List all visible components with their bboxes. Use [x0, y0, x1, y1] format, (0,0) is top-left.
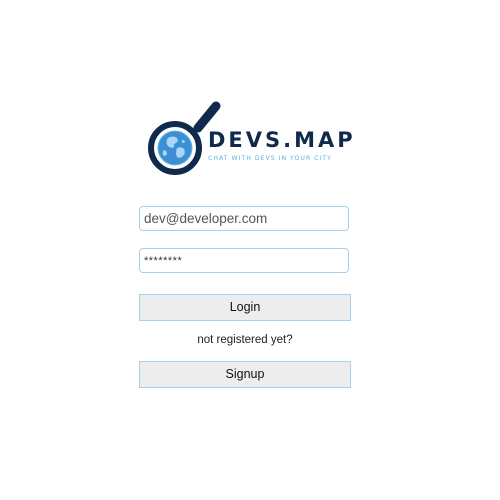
logo-title: DEVS.MAP — [208, 128, 356, 152]
email-field[interactable] — [139, 206, 349, 231]
password-field[interactable] — [139, 248, 349, 273]
login-page: DEVS.MAP CHAT WITH DEVS IN YOUR CITY Log… — [0, 0, 500, 500]
not-registered-text: not registered yet? — [197, 334, 293, 346]
app-logo: DEVS.MAP CHAT WITH DEVS IN YOUR CITY — [146, 98, 353, 176]
login-button[interactable]: Login — [139, 294, 351, 321]
signup-button[interactable]: Signup — [139, 361, 351, 388]
logo-tagline: CHAT WITH DEVS IN YOUR CITY — [208, 155, 332, 162]
